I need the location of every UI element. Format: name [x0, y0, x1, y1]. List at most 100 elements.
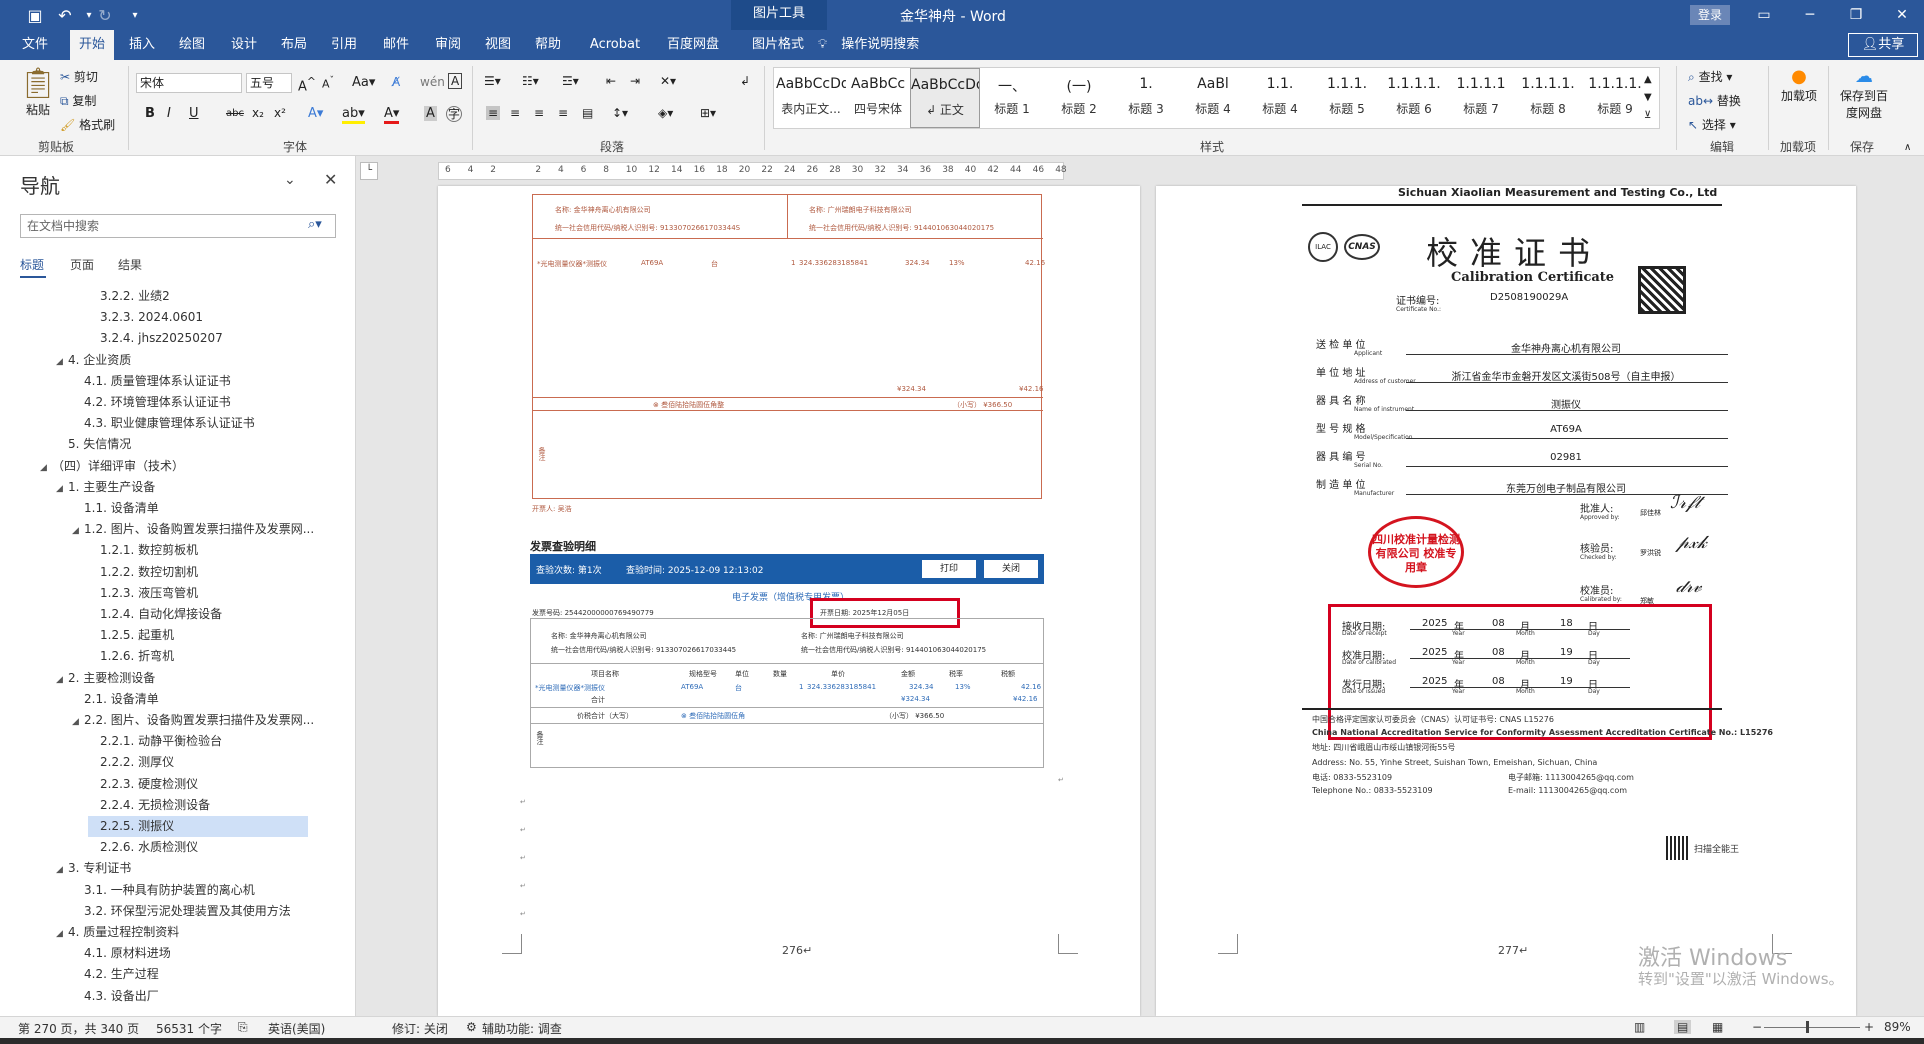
- subscript-button[interactable]: x₂: [252, 106, 264, 120]
- login-button[interactable]: 登录: [1690, 5, 1730, 25]
- line-spacing-icon[interactable]: ↕▾: [612, 106, 628, 120]
- shrink-font-icon[interactable]: Aˇ: [322, 75, 334, 91]
- expand-triangle-icon[interactable]: ◢: [56, 352, 68, 373]
- distributed-icon[interactable]: ▤: [582, 106, 593, 120]
- grow-font-icon[interactable]: A^: [298, 75, 316, 94]
- style-tile[interactable]: 1.1.1. 标题 5: [1312, 68, 1382, 128]
- zoom-slider[interactable]: [1764, 1027, 1860, 1028]
- nav-heading-item[interactable]: 5. 失信情况: [56, 434, 308, 455]
- tab-layout[interactable]: 布局: [272, 30, 316, 60]
- copy-button[interactable]: ⧉ 复制: [60, 92, 96, 109]
- italic-button[interactable]: I: [167, 106, 171, 121]
- nav-heading-item[interactable]: 1.2.6. 折弯机: [88, 646, 308, 667]
- cut-button[interactable]: ✂ 剪切: [60, 68, 98, 85]
- tab-home[interactable]: 开始: [70, 30, 114, 60]
- nav-heading-item[interactable]: 4.3. 职业健康管理体系认证证书: [72, 413, 308, 434]
- style-tile[interactable]: 一、 标题 1: [977, 68, 1047, 128]
- style-tile[interactable]: 1. 标题 3: [1111, 68, 1181, 128]
- decrease-indent-icon[interactable]: ⇤: [606, 74, 616, 88]
- addins-button[interactable]: ● 加载项: [1776, 66, 1822, 104]
- navtab-headings[interactable]: 标题: [20, 256, 44, 273]
- expand-triangle-icon[interactable]: ◢: [56, 924, 68, 945]
- style-tile[interactable]: AaBbCc 四号宋体: [843, 68, 913, 128]
- nav-heading-item[interactable]: ◢ 4. 质量过程控制资料: [56, 922, 308, 943]
- expand-triangle-icon[interactable]: ◢: [56, 670, 68, 691]
- expand-triangle-icon[interactable]: ◢: [56, 479, 68, 500]
- tell-me-box[interactable]: 💡︎ 操作说明搜索: [818, 30, 919, 60]
- nav-heading-item[interactable]: 2.2.5. 测振仪: [88, 816, 308, 837]
- page-count[interactable]: 第 270 页，共 340 页: [18, 1020, 139, 1037]
- zoom-out-icon[interactable]: −: [1752, 1020, 1762, 1034]
- highlight-icon[interactable]: ab▾: [342, 106, 365, 124]
- underline-button[interactable]: U: [189, 106, 199, 121]
- style-tile[interactable]: 1.1.1.1. 标题 9: [1580, 68, 1650, 128]
- char-shading-icon[interactable]: A: [424, 106, 437, 121]
- tab-design[interactable]: 设计: [222, 30, 266, 60]
- nav-heading-item[interactable]: 2.2.2. 测厚仪: [88, 752, 308, 773]
- font-name-combo[interactable]: 宋体: [136, 73, 242, 93]
- tab-view[interactable]: 视图: [476, 30, 520, 60]
- nav-heading-item[interactable]: 2.2.1. 动静平衡检验台: [88, 731, 308, 752]
- nav-heading-item[interactable]: ◢ 1. 主要生产设备: [56, 477, 308, 498]
- nav-heading-item[interactable]: 4.2. 环境管理体系认证证书: [72, 392, 308, 413]
- language[interactable]: 英语(美国): [268, 1020, 325, 1037]
- clear-format-icon[interactable]: A̸: [392, 75, 400, 89]
- justify-icon[interactable]: ≡: [558, 106, 568, 120]
- nav-heading-item[interactable]: ◢ 3. 专利证书: [56, 858, 308, 879]
- track-changes[interactable]: 修订: 关闭: [392, 1020, 448, 1037]
- style-tile[interactable]: AaBl 标题 4: [1178, 68, 1248, 128]
- customize-qat-icon[interactable]: ▾: [122, 4, 148, 26]
- show-marks-icon[interactable]: ↲: [740, 74, 750, 88]
- align-center-icon[interactable]: ≡: [510, 106, 520, 120]
- save-baidu-button[interactable]: ☁ 保存到百度网盘: [1836, 66, 1892, 121]
- tab-help[interactable]: 帮助: [526, 30, 570, 60]
- align-right-icon[interactable]: ≡: [534, 106, 544, 120]
- style-tile[interactable]: 1.1. 标题 4: [1245, 68, 1315, 128]
- nav-heading-item[interactable]: ◢ 1.2. 图片、设备购置发票扫描件及发票网...: [72, 519, 314, 540]
- nav-heading-item[interactable]: 2.2.4. 无损检测设备: [88, 795, 308, 816]
- phonetic-guide-icon[interactable]: wén: [420, 75, 445, 89]
- gallery-down-icon[interactable]: ▼: [1644, 92, 1652, 103]
- numbering-icon[interactable]: ☷▾: [522, 74, 539, 88]
- tab-references[interactable]: 引用: [322, 30, 366, 60]
- nav-heading-item[interactable]: ◢ 4. 企业资质: [56, 350, 308, 371]
- proofing-icon[interactable]: ⎘: [238, 1020, 248, 1035]
- gallery-more-icon[interactable]: ⊻: [1644, 110, 1651, 121]
- tab-review[interactable]: 审阅: [426, 30, 470, 60]
- horizontal-ruler[interactable]: 6 4 2 2 4 6 8 10 12 14 16 18 20 22 24 26 28 30 32 34 36 38 40 4…: [438, 162, 1067, 180]
- style-tile[interactable]: 1.1.1.1. 标题 6: [1379, 68, 1449, 128]
- close-check-button[interactable]: 关闭: [984, 560, 1038, 578]
- style-tile[interactable]: AaBbCcDdI ↲ 正文: [910, 68, 980, 128]
- nav-heading-item[interactable]: 4.1. 原材料进场: [72, 943, 308, 964]
- change-case-icon[interactable]: Aa▾: [352, 75, 375, 90]
- style-tile[interactable]: (一) 标题 2: [1044, 68, 1114, 128]
- tab-picture-format[interactable]: 图片格式: [734, 30, 822, 60]
- collapse-ribbon-icon[interactable]: ∧: [1904, 142, 1911, 153]
- style-tile[interactable]: 1.1.1.1 标题 7: [1446, 68, 1516, 128]
- bold-button[interactable]: B: [145, 106, 155, 121]
- nav-heading-item[interactable]: 2.2.3. 硬度检测仪: [88, 774, 308, 795]
- expand-triangle-icon[interactable]: ◢: [56, 860, 68, 881]
- accessibility-status[interactable]: 辅助功能: 调查: [482, 1020, 562, 1037]
- superscript-button[interactable]: x²: [274, 106, 286, 120]
- print-button[interactable]: 打印: [922, 560, 976, 578]
- redo-icon[interactable]: ↻: [92, 4, 118, 26]
- nav-heading-item[interactable]: 1.2.5. 起重机: [88, 625, 308, 646]
- gallery-up-icon[interactable]: ▲: [1644, 74, 1652, 85]
- bullets-icon[interactable]: ☰▾: [484, 74, 501, 88]
- strikethrough-button[interactable]: abc: [226, 108, 244, 119]
- text-effects-icon[interactable]: A▾: [308, 106, 323, 121]
- multilevel-list-icon[interactable]: ☲▾: [562, 74, 579, 88]
- word-count[interactable]: 56531 个字: [156, 1020, 222, 1037]
- undo-icon[interactable]: ↶: [52, 4, 78, 26]
- paste-button[interactable]: 📋︎ 粘贴: [18, 66, 58, 118]
- format-painter-button[interactable]: 🖌︎ 格式刷: [60, 116, 115, 133]
- nav-heading-item[interactable]: 4.2. 生产过程: [72, 964, 308, 985]
- print-layout-icon[interactable]: ▤: [1674, 1020, 1692, 1034]
- nav-search-input[interactable]: 在文档中搜索: [20, 214, 336, 238]
- nav-heading-item[interactable]: 1.2.4. 自动化焊接设备: [88, 604, 308, 625]
- nav-heading-item[interactable]: 3.2.2. 业绩2: [88, 286, 308, 307]
- nav-heading-item[interactable]: 4.1. 质量管理体系认证证书: [72, 371, 308, 392]
- tab-acrobat[interactable]: Acrobat: [580, 30, 650, 60]
- expand-triangle-icon[interactable]: ◢: [40, 458, 52, 479]
